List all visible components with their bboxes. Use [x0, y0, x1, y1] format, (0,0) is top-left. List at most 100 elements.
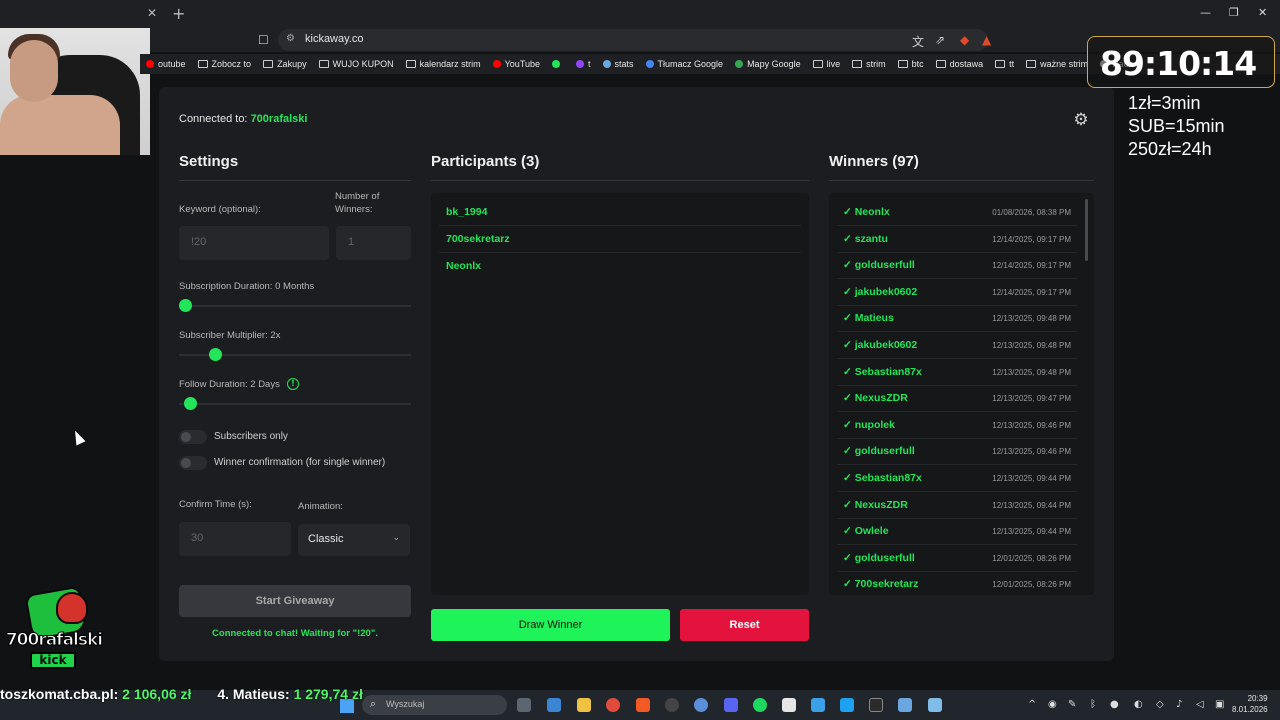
follow-duration-slider-knob[interactable] [183, 397, 197, 410]
tab-close-icon[interactable]: ✕ [147, 6, 157, 20]
bookmark-item[interactable]: Zobocz to [197, 59, 251, 69]
maximize-icon[interactable]: ❐ [1229, 6, 1239, 19]
winners-count-input[interactable]: 1 [336, 226, 411, 260]
bookmark-item[interactable]: tt [995, 59, 1014, 69]
bookmark-item[interactable]: Tłumacz Google [645, 59, 723, 69]
app-icon[interactable] [898, 698, 912, 712]
winner-row[interactable]: ✓ Neonlx 01/08/2026, 08:38 PM [837, 199, 1077, 226]
brave-rewards-icon[interactable]: ▲ [982, 33, 991, 47]
keyword-input[interactable]: !20 [179, 226, 329, 260]
participant-row[interactable]: bk_1994 [439, 199, 801, 226]
app-icon[interactable] [782, 698, 796, 712]
bookmark-label: live [826, 59, 841, 69]
sub-duration-slider[interactable] [179, 299, 411, 312]
winner-row[interactable]: ✓ nupolek 12/13/2025, 09:46 PM [837, 412, 1077, 439]
start-giveaway-button[interactable]: Start Giveaway [179, 585, 411, 617]
winner-confirmation-toggle[interactable] [179, 456, 207, 470]
microphone-icon[interactable]: ♪ [1176, 699, 1182, 710]
close-window-icon[interactable]: ✕ [1258, 6, 1267, 19]
bookmark-item[interactable]: live [812, 59, 841, 69]
folder-icon [812, 60, 823, 68]
winner-name: ✓ NexusZDR [843, 392, 908, 405]
multiplier-slider-knob[interactable] [209, 348, 223, 361]
donation-ticker: toszkomat.cba.pl: 2 106,06 zł 4. Matieus… [0, 686, 440, 706]
bookmark-item[interactable]: btc [897, 59, 924, 69]
winner-name: ✓ golduserfull [843, 551, 915, 564]
winner-row[interactable]: ✓ Owlele 12/13/2025, 09:44 PM [837, 518, 1077, 546]
winner-row[interactable]: ✓ golduserfull 12/14/2025, 09:17 PM [837, 252, 1077, 280]
winner-row[interactable]: ✓ NexusZDR 12/13/2025, 09:44 PM [837, 492, 1077, 519]
new-tab-icon[interactable]: + [172, 4, 185, 23]
settings-divider [179, 180, 411, 181]
minimize-icon[interactable]: — [1200, 6, 1211, 19]
winner-row[interactable]: ✓ szantu 12/14/2025, 09:17 PM [837, 226, 1077, 253]
app-icon[interactable] [928, 698, 942, 712]
network-icon[interactable]: ◇ [1156, 699, 1164, 710]
chrome-icon[interactable] [606, 698, 620, 712]
tray-app-icon[interactable]: ▣ [1215, 699, 1224, 710]
bookmark-item[interactable]: dostawa [935, 59, 983, 69]
winner-row[interactable]: ✓ golduserfull 12/13/2025, 09:46 PM [837, 438, 1077, 466]
site-info-icon[interactable]: ⚙ [286, 33, 295, 44]
browser-tab-bar: ✕ + — ❐ ✕ [0, 0, 1280, 28]
tray-app-icon[interactable]: ● [1110, 699, 1119, 710]
app-icon[interactable] [694, 698, 708, 712]
info-icon[interactable]: ! [287, 378, 299, 390]
winner-row[interactable]: ✓ Sebastian87x 12/13/2025, 09:44 PM [837, 465, 1077, 492]
subscribers-only-toggle[interactable] [179, 430, 207, 444]
discord-icon[interactable] [724, 698, 738, 712]
winner-row[interactable]: ✓ Matieus 12/13/2025, 09:48 PM [837, 305, 1077, 333]
brave-icon[interactable] [636, 698, 650, 712]
participant-row[interactable]: Neonlx [439, 253, 801, 280]
bookmark-item[interactable] [552, 60, 564, 68]
x-icon[interactable] [840, 698, 854, 712]
bookmark-item[interactable]: strim [852, 59, 886, 69]
bookmark-item[interactable]: Zakupy [263, 59, 307, 69]
bookmark-item[interactable]: WUJO KUPON [318, 59, 394, 69]
volume-icon[interactable]: ◁ [1196, 699, 1204, 710]
file-explorer-icon[interactable] [577, 698, 591, 712]
confirm-time-input[interactable]: 30 [179, 522, 291, 556]
bookmark-item[interactable]: Mapy Google [735, 59, 801, 69]
winner-row[interactable]: ✓ 700sekretarz 12/01/2025, 08:26 PM [837, 571, 1077, 595]
bookmark-item[interactable]: stats [602, 59, 634, 69]
follow-duration-slider[interactable] [179, 397, 411, 410]
url-box[interactable]: ⚙ kickaway.co [278, 29, 988, 51]
sub-duration-slider-knob[interactable] [179, 299, 192, 312]
tray-app-icon[interactable]: ◉ [1048, 699, 1057, 710]
task-view-icon[interactable] [517, 698, 531, 712]
winners-scrollbar[interactable] [1085, 199, 1088, 261]
bookmark-item[interactable]: outube [146, 59, 186, 69]
bookmark-page-icon[interactable]: ☐ [258, 33, 269, 47]
obs-icon[interactable] [665, 698, 679, 712]
bookmark-item[interactable]: ważne strim [1026, 59, 1088, 69]
bluetooth-icon[interactable]: ᛒ [1090, 699, 1096, 710]
animation-select[interactable]: Classic ⌄ [298, 524, 410, 556]
bookmark-item[interactable]: YouTube [492, 59, 540, 69]
draw-winner-button[interactable]: Draw Winner [431, 609, 670, 641]
terminal-icon[interactable] [869, 698, 883, 712]
participant-row[interactable]: 700sekretarz [439, 226, 801, 253]
tray-app-icon[interactable]: ◐ [1134, 699, 1143, 710]
winner-name: ✓ Neonlx [843, 206, 890, 218]
winner-row[interactable]: ✓ NexusZDR 12/13/2025, 09:47 PM [837, 385, 1077, 413]
spotify-icon[interactable] [753, 698, 767, 712]
taskbar-clock[interactable]: 20:39 8.01.2026 [1232, 693, 1268, 715]
multiplier-slider[interactable] [179, 348, 411, 361]
brave-shield-icon[interactable]: ◆ [960, 33, 969, 47]
gear-icon[interactable]: ⚙ [1071, 110, 1091, 130]
bookmark-item[interactable]: kalendarz strim [405, 59, 481, 69]
folder-icon [197, 60, 208, 68]
store-icon[interactable] [547, 698, 561, 712]
winner-row[interactable]: ✓ jakubek0602 12/14/2025, 09:17 PM [837, 279, 1077, 306]
reset-button[interactable]: Reset [680, 609, 809, 641]
winner-row[interactable]: ✓ Sebastian87x 12/13/2025, 09:48 PM [837, 359, 1077, 386]
share-icon[interactable]: ⇗ [935, 33, 945, 47]
calculator-icon[interactable] [811, 698, 825, 712]
translate-icon[interactable]: 文 [912, 33, 924, 50]
tray-app-icon[interactable]: ✎ [1068, 699, 1076, 710]
winner-row[interactable]: ✓ jakubek0602 12/13/2025, 09:48 PM [837, 332, 1077, 359]
tray-chevron-icon[interactable]: ^ [1028, 699, 1036, 710]
bookmark-item[interactable]: t [576, 59, 591, 69]
winner-row[interactable]: ✓ golduserfull 12/01/2025, 08:26 PM [837, 545, 1077, 572]
